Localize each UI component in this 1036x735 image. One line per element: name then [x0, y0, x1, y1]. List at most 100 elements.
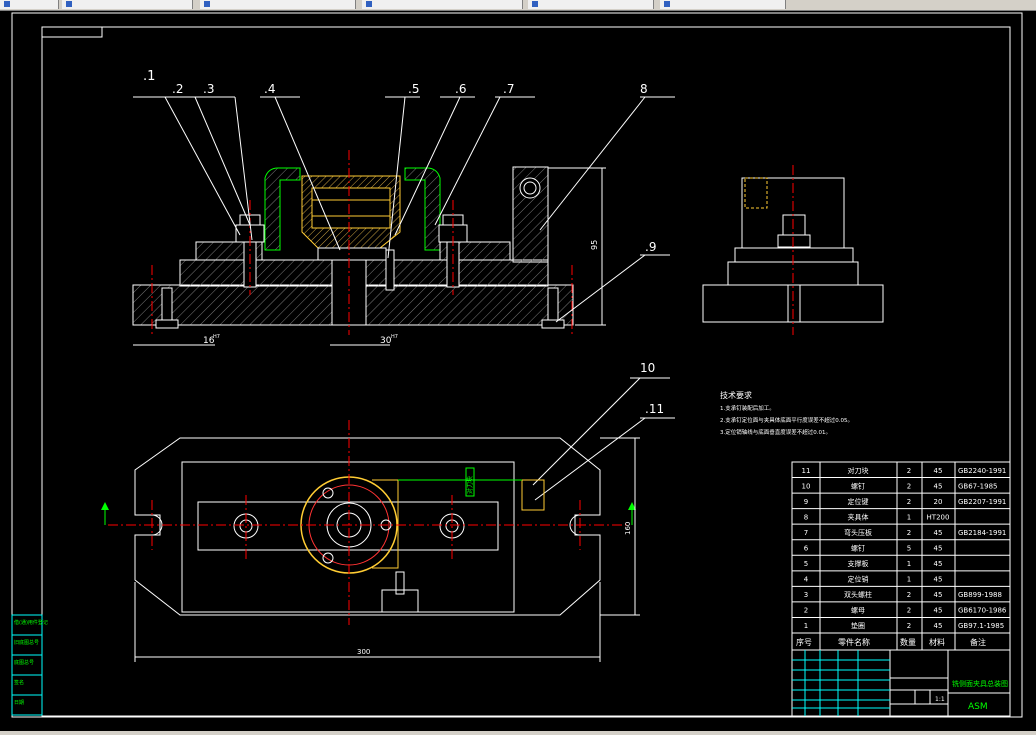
- bom-cell-no: 8: [804, 513, 808, 521]
- bom-cell-qty: 2: [907, 498, 911, 506]
- bom-cell-note: GB2240-1991: [958, 467, 1006, 475]
- corner-box: [41, 26, 103, 38]
- right-key-screw: [547, 287, 559, 323]
- bom-header-no: 序号: [796, 637, 812, 647]
- bom-cell-no: 10: [802, 482, 811, 490]
- bom-cell-note: GB97.1-1985: [958, 622, 1004, 630]
- drawing-code: ASM: [968, 702, 988, 712]
- bom-cell-note: GB67-1985: [958, 482, 997, 490]
- dim-30-tol: H7: [391, 334, 398, 340]
- tech-item-2: 2.支承钉定位面与夹具体底面平行度误差不超过0.05。: [720, 416, 853, 424]
- bom-cell-no: 3: [804, 591, 808, 599]
- callout-7: .7: [503, 82, 514, 96]
- bom-cell-name: 螺钉: [851, 481, 865, 490]
- bom-cell-no: 7: [804, 529, 808, 537]
- bom-cell-name: 螺母: [851, 606, 865, 615]
- strip-label-1: 借(通)用件登记: [14, 619, 48, 626]
- strip-label-3: 底图总号: [14, 659, 34, 666]
- bom-header-material: 材料: [929, 637, 945, 647]
- callout-11: .11: [645, 402, 664, 416]
- toolbar-tab-3[interactable]: [200, 0, 356, 9]
- lineweight-icon: [532, 1, 538, 7]
- bom-cell-qty: 2: [907, 482, 911, 490]
- left-locating-key: [155, 319, 179, 329]
- toolbar-tab-5[interactable]: [528, 0, 654, 9]
- plan-depth-dimension: 160: [624, 522, 632, 535]
- bom-cell-note: GB6170-1986: [958, 607, 1007, 615]
- bom-cell-qty: 5: [907, 545, 911, 553]
- plan-view[interactable]: 对刀块 300 160: [101, 420, 640, 662]
- upright-hole: [519, 177, 541, 199]
- bom-cell-no: 2: [804, 607, 808, 615]
- bom-cell-qty: 1: [907, 560, 911, 568]
- app-icon: [66, 1, 72, 7]
- bom-cell-note: GB2207-1991: [958, 498, 1006, 506]
- title-block[interactable]: 铣侧面夹具总装图 ASM 1:1: [791, 649, 1011, 717]
- bom-cell-qty: 1: [907, 513, 911, 521]
- left-key-screw: [161, 287, 173, 323]
- bom-cell-mat: 45: [934, 482, 943, 490]
- bom-cell-mat: 45: [934, 622, 943, 630]
- bom-cell-qty: 2: [907, 529, 911, 537]
- toolbar-tab-1[interactable]: [0, 0, 59, 9]
- bom-cell-name: 夹具体: [848, 512, 869, 521]
- bom-cell-mat: 45: [934, 467, 943, 475]
- bill-of-materials[interactable]: 11 对刀块 2 45 GB2240-199110 螺钉 2 45 GB67-19859 定位键 2…: [791, 461, 1011, 651]
- toolbar-tab-6[interactable]: [660, 0, 786, 9]
- left-binding-strip: 借(通)用件登记 旧底图总号 底图总号 签名 日期: [11, 614, 48, 716]
- callout-10: 10: [640, 361, 655, 375]
- callout-2: .2: [172, 82, 183, 96]
- sheet-outer-border: [11, 12, 1023, 718]
- bom-cell-name: 垫圈: [851, 621, 865, 630]
- bom-cell-qty: 2: [907, 591, 911, 599]
- app-icon: [4, 1, 10, 7]
- bom-cell-no: 6: [804, 545, 809, 553]
- right-bent-clamp: [404, 167, 441, 251]
- technical-requirements: 技术要求 1.支承钉装配后加工。 2.支承钉定位面与夹具体底面平行度误差不超过0…: [720, 390, 853, 436]
- bom-cell-no: 4: [804, 576, 809, 584]
- bom-cell-mat: 45: [934, 529, 943, 537]
- bom-cell-no: 11: [802, 467, 811, 475]
- tech-title: 技术要求: [720, 390, 752, 400]
- bom-cell-qty: 2: [907, 467, 911, 475]
- bom-cell-name: 定位销: [848, 575, 869, 584]
- callout-8: 8: [640, 82, 648, 96]
- dim-16-tol: H7: [213, 334, 220, 340]
- linetype-icon: [366, 1, 372, 7]
- strip-label-2: 旧底图总号: [14, 639, 39, 646]
- bom-cell-no: 5: [804, 560, 808, 568]
- tech-item-1: 1.支承钉装配后加工。: [720, 404, 775, 412]
- bom-cell-mat: 45: [934, 591, 943, 599]
- status-bar: [0, 731, 1036, 735]
- dim-30: 30: [380, 336, 392, 346]
- bom-cell-mat: 45: [934, 576, 943, 584]
- bom-cell-mat: HT200: [927, 513, 950, 521]
- plan-width-dimension: 300: [357, 648, 370, 656]
- bom-header-qty: 数量: [900, 637, 916, 647]
- height-dimension: 95: [590, 240, 599, 250]
- bom-cell-mat: 45: [934, 607, 943, 615]
- base-outline: [134, 437, 601, 616]
- cad-drawing-canvas[interactable]: 借(通)用件登记 旧底图总号 底图总号 签名 日期 95 16 H7 30 H7…: [0, 10, 1036, 731]
- callout-6: .6: [455, 82, 466, 96]
- callout-1: .1: [143, 69, 155, 84]
- toolbar-tab-2[interactable]: [62, 0, 193, 9]
- side-view[interactable]: [702, 165, 884, 335]
- toolbar-tab-4[interactable]: [362, 0, 523, 9]
- front-section-view[interactable]: 95 16 H7 30 H7: [132, 150, 606, 346]
- bom-cell-name: 双头螺柱: [844, 590, 872, 599]
- drawing-scale: 1:1: [935, 696, 945, 703]
- bom-cell-name: 弯头压板: [844, 528, 872, 537]
- left-bent-clamp: [264, 167, 301, 251]
- strip-label-4: 签名: [14, 679, 24, 686]
- tech-item-3: 3.定位销轴线与底面垂直度误差不超过0.01。: [720, 428, 831, 436]
- bom-header-note: 备注: [970, 637, 986, 647]
- support-plate: [317, 247, 387, 261]
- drawing-name: 铣侧面夹具总装图: [952, 679, 1008, 688]
- layer-icon: [204, 1, 210, 7]
- callout-4: .4: [264, 82, 275, 96]
- bom-cell-no: 9: [804, 498, 808, 506]
- callout-3: .3: [203, 82, 214, 96]
- bom-cell-name: 对刀块: [848, 466, 869, 475]
- bom-cell-mat: 20: [934, 498, 943, 506]
